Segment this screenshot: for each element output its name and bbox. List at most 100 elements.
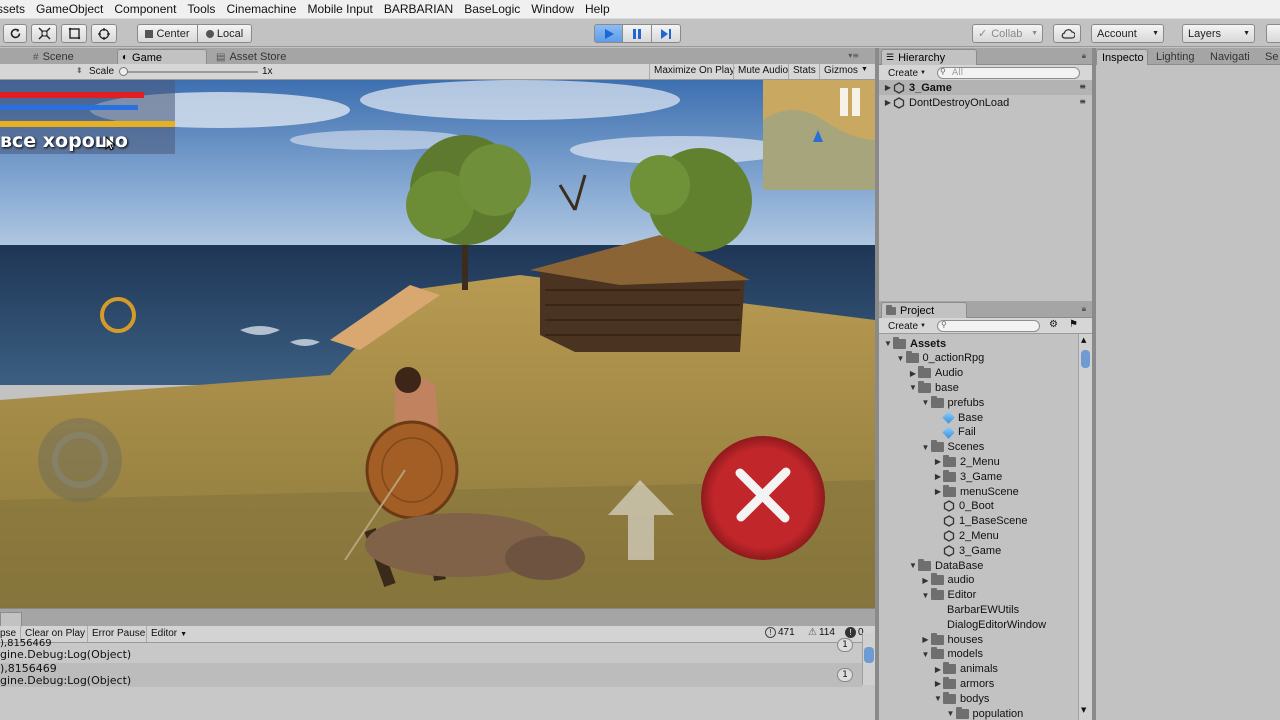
project-item-barbarewutils[interactable]: BarbarEWUtils (933, 602, 1019, 617)
expanded-arrow-icon[interactable]: ▼ (921, 443, 931, 452)
hierarchy-create-dropdown[interactable]: Create ▼ (884, 66, 930, 80)
expand-arrow-icon[interactable]: ▶ (883, 98, 893, 107)
transform-tool-button[interactable] (91, 24, 117, 43)
project-item-base[interactable]: Base (933, 410, 983, 425)
hierarchy-item-menu-icon[interactable]: ≡ (1079, 97, 1086, 106)
project-item-3-game[interactable]: ▶ 3_Game (933, 469, 1002, 484)
expanded-arrow-icon[interactable]: ▼ (921, 650, 931, 659)
collapsed-arrow-icon[interactable]: ▶ (908, 369, 918, 378)
menu-item-barbarian[interactable]: BARBARIAN (379, 2, 459, 16)
project-item-0-boot[interactable]: 0_Boot (933, 499, 994, 514)
console-scrollbar-thumb[interactable] (864, 647, 874, 663)
expanded-arrow-icon[interactable]: ▼ (896, 354, 906, 363)
collapsed-arrow-icon[interactable]: ▶ (933, 665, 943, 674)
project-item-fail[interactable]: Fail (933, 425, 976, 440)
console-scrollbar[interactable] (862, 633, 875, 685)
account-dropdown[interactable]: Account ▼ (1091, 24, 1164, 43)
step-button[interactable] (651, 24, 681, 43)
collapsed-arrow-icon[interactable]: ▶ (921, 576, 931, 585)
project-item-1-basescene[interactable]: 1_BaseScene (933, 514, 1028, 529)
collapse-toggle[interactable]: pse (0, 628, 16, 639)
project-item-3-game[interactable]: 3_Game (933, 543, 1001, 558)
filter-by-label-icon[interactable]: ⚑ (1069, 319, 1078, 330)
tab-asset-store[interactable]: ▤ Asset Store (212, 49, 294, 65)
expanded-arrow-icon[interactable]: ▼ (921, 398, 931, 407)
lock-icon[interactable]: 🔒︎ (1082, 51, 1086, 61)
scale-slider-thumb[interactable] (119, 67, 128, 76)
project-item-scenes[interactable]: ▼ Scenes (921, 440, 984, 455)
collapsed-arrow-icon[interactable]: ▶ (921, 635, 931, 644)
expanded-arrow-icon[interactable]: ▼ (921, 591, 931, 600)
project-item-assets[interactable]: ▼ Assets (883, 336, 946, 351)
tab-navigation[interactable]: Navigati (1205, 49, 1258, 65)
project-create-dropdown[interactable]: Create ▼ (884, 319, 930, 333)
tab-services[interactable]: Se (1260, 49, 1280, 65)
project-scrollbar[interactable]: ▲ ▼ (1078, 334, 1092, 720)
expanded-arrow-icon[interactable]: ▼ (933, 694, 943, 703)
project-item-bodys[interactable]: ▼ bodys (933, 691, 989, 706)
tab-lighting[interactable]: Lighting (1151, 49, 1203, 65)
filter-by-type-icon[interactable]: ⚙ (1049, 319, 1058, 330)
project-item-dialogeditorwindow[interactable]: DialogEditorWindow (933, 617, 1046, 632)
project-search-input[interactable] (937, 320, 1040, 332)
tab-hierarchy[interactable]: ☰ Hierarchy (881, 49, 977, 65)
warning-count-toggle[interactable]: ⚠ 114 (808, 627, 835, 638)
expanded-arrow-icon[interactable]: ▼ (946, 709, 956, 718)
hierarchy-search-input[interactable]: All (937, 67, 1080, 79)
log-entry[interactable]: ),8156469 gine.Debug:Log(Object) (0, 663, 862, 687)
pivot-local-button[interactable]: Local (197, 24, 252, 43)
pivot-center-button[interactable]: Center (137, 24, 198, 43)
hierarchy-item-dontdestroyonload[interactable]: ▶ DontDestroyOnLoad (883, 95, 1009, 110)
expanded-arrow-icon[interactable]: ▼ (908, 383, 918, 392)
pause-icon[interactable] (840, 88, 848, 116)
tab-menu-icon[interactable]: ▾≡ (848, 51, 859, 60)
project-item-2-menu[interactable]: ▶ 2_Menu (933, 454, 1000, 469)
hierarchy-item-menu-icon[interactable]: ≡ (1079, 82, 1086, 91)
menu-item-baselogic[interactable]: BaseLogic (459, 2, 526, 16)
hierarchy-item-3-game[interactable]: ▶ 3_Game (883, 80, 952, 95)
mute-audio-toggle[interactable]: Mute Audio (733, 64, 792, 79)
rect-tool-button[interactable] (61, 24, 87, 43)
stats-toggle[interactable]: Stats (788, 64, 820, 79)
expanded-arrow-icon[interactable]: ▼ (883, 339, 893, 348)
collapsed-arrow-icon[interactable]: ▶ (933, 472, 943, 481)
tab-game[interactable]: ◐ Game (117, 49, 207, 65)
scale-slider[interactable] (119, 67, 258, 76)
project-item-2-menu[interactable]: 2_Menu (933, 528, 999, 543)
game-view[interactable]: все хорошо (0, 80, 875, 608)
lock-icon[interactable]: 🔒︎ (1082, 304, 1086, 314)
log-entry[interactable]: ),8156469 gine.Debug:Log(Object) (0, 639, 862, 663)
collapsed-arrow-icon[interactable]: ▶ (933, 487, 943, 496)
project-item-database[interactable]: ▼ DataBase (908, 558, 983, 573)
tab-console[interactable] (0, 612, 22, 627)
menu-item-gameobject[interactable]: GameObject (31, 2, 109, 16)
project-item-menuscene[interactable]: ▶ menuScene (933, 484, 1019, 499)
refresh-tool-button[interactable] (3, 24, 27, 43)
project-item-0-actionrpg[interactable]: ▼ 0_actionRpg (896, 351, 984, 366)
tab-project[interactable]: Project (881, 302, 967, 318)
collapsed-arrow-icon[interactable]: ▶ (933, 679, 943, 688)
gizmos-dropdown[interactable]: Gizmos (819, 64, 862, 79)
project-item-animals[interactable]: ▶ animals (933, 662, 998, 677)
layers-dropdown[interactable]: Layers ▼ (1182, 24, 1255, 43)
aspect-dropdown-icon[interactable]: ⬍ (76, 66, 83, 75)
layout-dropdown[interactable] (1266, 24, 1280, 43)
collapsed-arrow-icon[interactable]: ▶ (933, 457, 943, 466)
error-count-toggle[interactable]: ! 0 (845, 627, 864, 638)
project-item-houses[interactable]: ▶ houses (921, 632, 983, 647)
menu-item-ssets[interactable]: ssets (0, 2, 31, 16)
menu-item-window[interactable]: Window (526, 2, 580, 16)
menu-item-mobile-input[interactable]: Mobile Input (302, 2, 378, 16)
log-count-toggle[interactable]: ! 471 (765, 627, 795, 638)
maximize-on-play-toggle[interactable]: Maximize On Play (649, 64, 739, 79)
expanded-arrow-icon[interactable]: ▼ (908, 561, 918, 570)
play-button[interactable] (594, 24, 623, 43)
joystick-base[interactable] (38, 418, 122, 502)
collab-dropdown[interactable]: ✓ Collab ▼ (972, 24, 1043, 43)
project-item-prefubs[interactable]: ▼ prefubs (921, 395, 984, 410)
project-item-armors[interactable]: ▶ armors (933, 676, 994, 691)
scale-tool-button[interactable] (31, 24, 57, 43)
expand-arrow-icon[interactable]: ▶ (883, 83, 893, 92)
project-item-population[interactable]: ▼ population (946, 706, 1023, 720)
project-item-base[interactable]: ▼ base (908, 380, 959, 395)
